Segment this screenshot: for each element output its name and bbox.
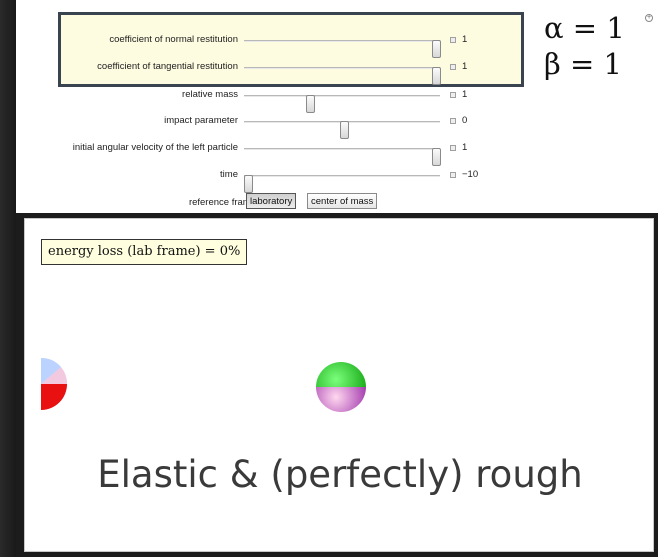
slider-value: 1 xyxy=(462,61,468,72)
energy-loss-label: energy loss (lab frame) = 0% xyxy=(41,239,248,265)
slider-value: 1 xyxy=(462,89,468,100)
right-particle xyxy=(316,362,366,412)
expand-icon[interactable] xyxy=(450,145,456,151)
slider-label: coefficient of normal restitution xyxy=(109,34,238,45)
laboratory-frame-button[interactable]: laboratory xyxy=(246,193,297,209)
simulation-canvas xyxy=(41,357,366,412)
slider-angular-velocity[interactable] xyxy=(244,148,441,166)
slider-label: impact parameter xyxy=(164,115,238,126)
slider-time[interactable] xyxy=(244,175,440,193)
background-strip xyxy=(0,0,16,557)
slider-value: 1 xyxy=(462,142,468,153)
slider-label: coefficient of tangential restitution xyxy=(97,61,238,72)
slider-label: time xyxy=(220,169,238,180)
slider-value: 0 xyxy=(462,115,468,126)
simulation-plot: energy loss (lab frame) = 0% Elastic & (… xyxy=(24,218,654,552)
slider-value: −10 xyxy=(462,169,479,180)
slider-label: initial angular velocity of the left par… xyxy=(72,142,238,153)
beta-formula: β = 1 xyxy=(544,47,622,81)
slider-row-relative-mass: relative mass 1 xyxy=(16,87,658,113)
alpha-formula: α = 1 xyxy=(544,11,625,45)
slider-value: 1 xyxy=(462,34,468,45)
expand-icon[interactable] xyxy=(450,64,456,70)
slider-relative-mass[interactable] xyxy=(244,95,440,113)
expand-icon[interactable] xyxy=(450,118,456,124)
slider-thumb[interactable] xyxy=(306,95,315,113)
center-of-mass-frame-button[interactable]: center of mass xyxy=(307,193,378,209)
reference-frame-row: reference frame laboratory center of mas… xyxy=(16,193,658,211)
slider-row-angular-velocity: initial angular velocity of the left par… xyxy=(16,140,658,166)
control-panel: coefficient of normal restitution 1 coef… xyxy=(16,0,658,213)
left-particle xyxy=(41,357,68,410)
slider-normal-restitution[interactable] xyxy=(244,40,441,58)
slider-tangential-restitution[interactable] xyxy=(244,67,441,85)
slider-row-impact-parameter: impact parameter 0 xyxy=(16,113,658,139)
collision-type-caption: Elastic & (perfectly) rough xyxy=(97,453,583,496)
slider-impact-parameter[interactable] xyxy=(244,121,440,139)
add-icon[interactable]: + xyxy=(645,14,653,22)
slider-thumb[interactable] xyxy=(340,121,349,139)
slider-thumb[interactable] xyxy=(244,175,253,193)
slider-thumb[interactable] xyxy=(432,148,441,166)
coefficient-formula: α = 1 β = 1 xyxy=(544,10,625,82)
slider-thumb[interactable] xyxy=(432,67,441,85)
expand-icon[interactable] xyxy=(450,92,456,98)
slider-thumb[interactable] xyxy=(432,40,441,58)
slider-row-time: time −10 xyxy=(16,167,658,193)
expand-icon[interactable] xyxy=(450,172,456,178)
expand-icon[interactable] xyxy=(450,37,456,43)
slider-label: relative mass xyxy=(182,89,238,100)
